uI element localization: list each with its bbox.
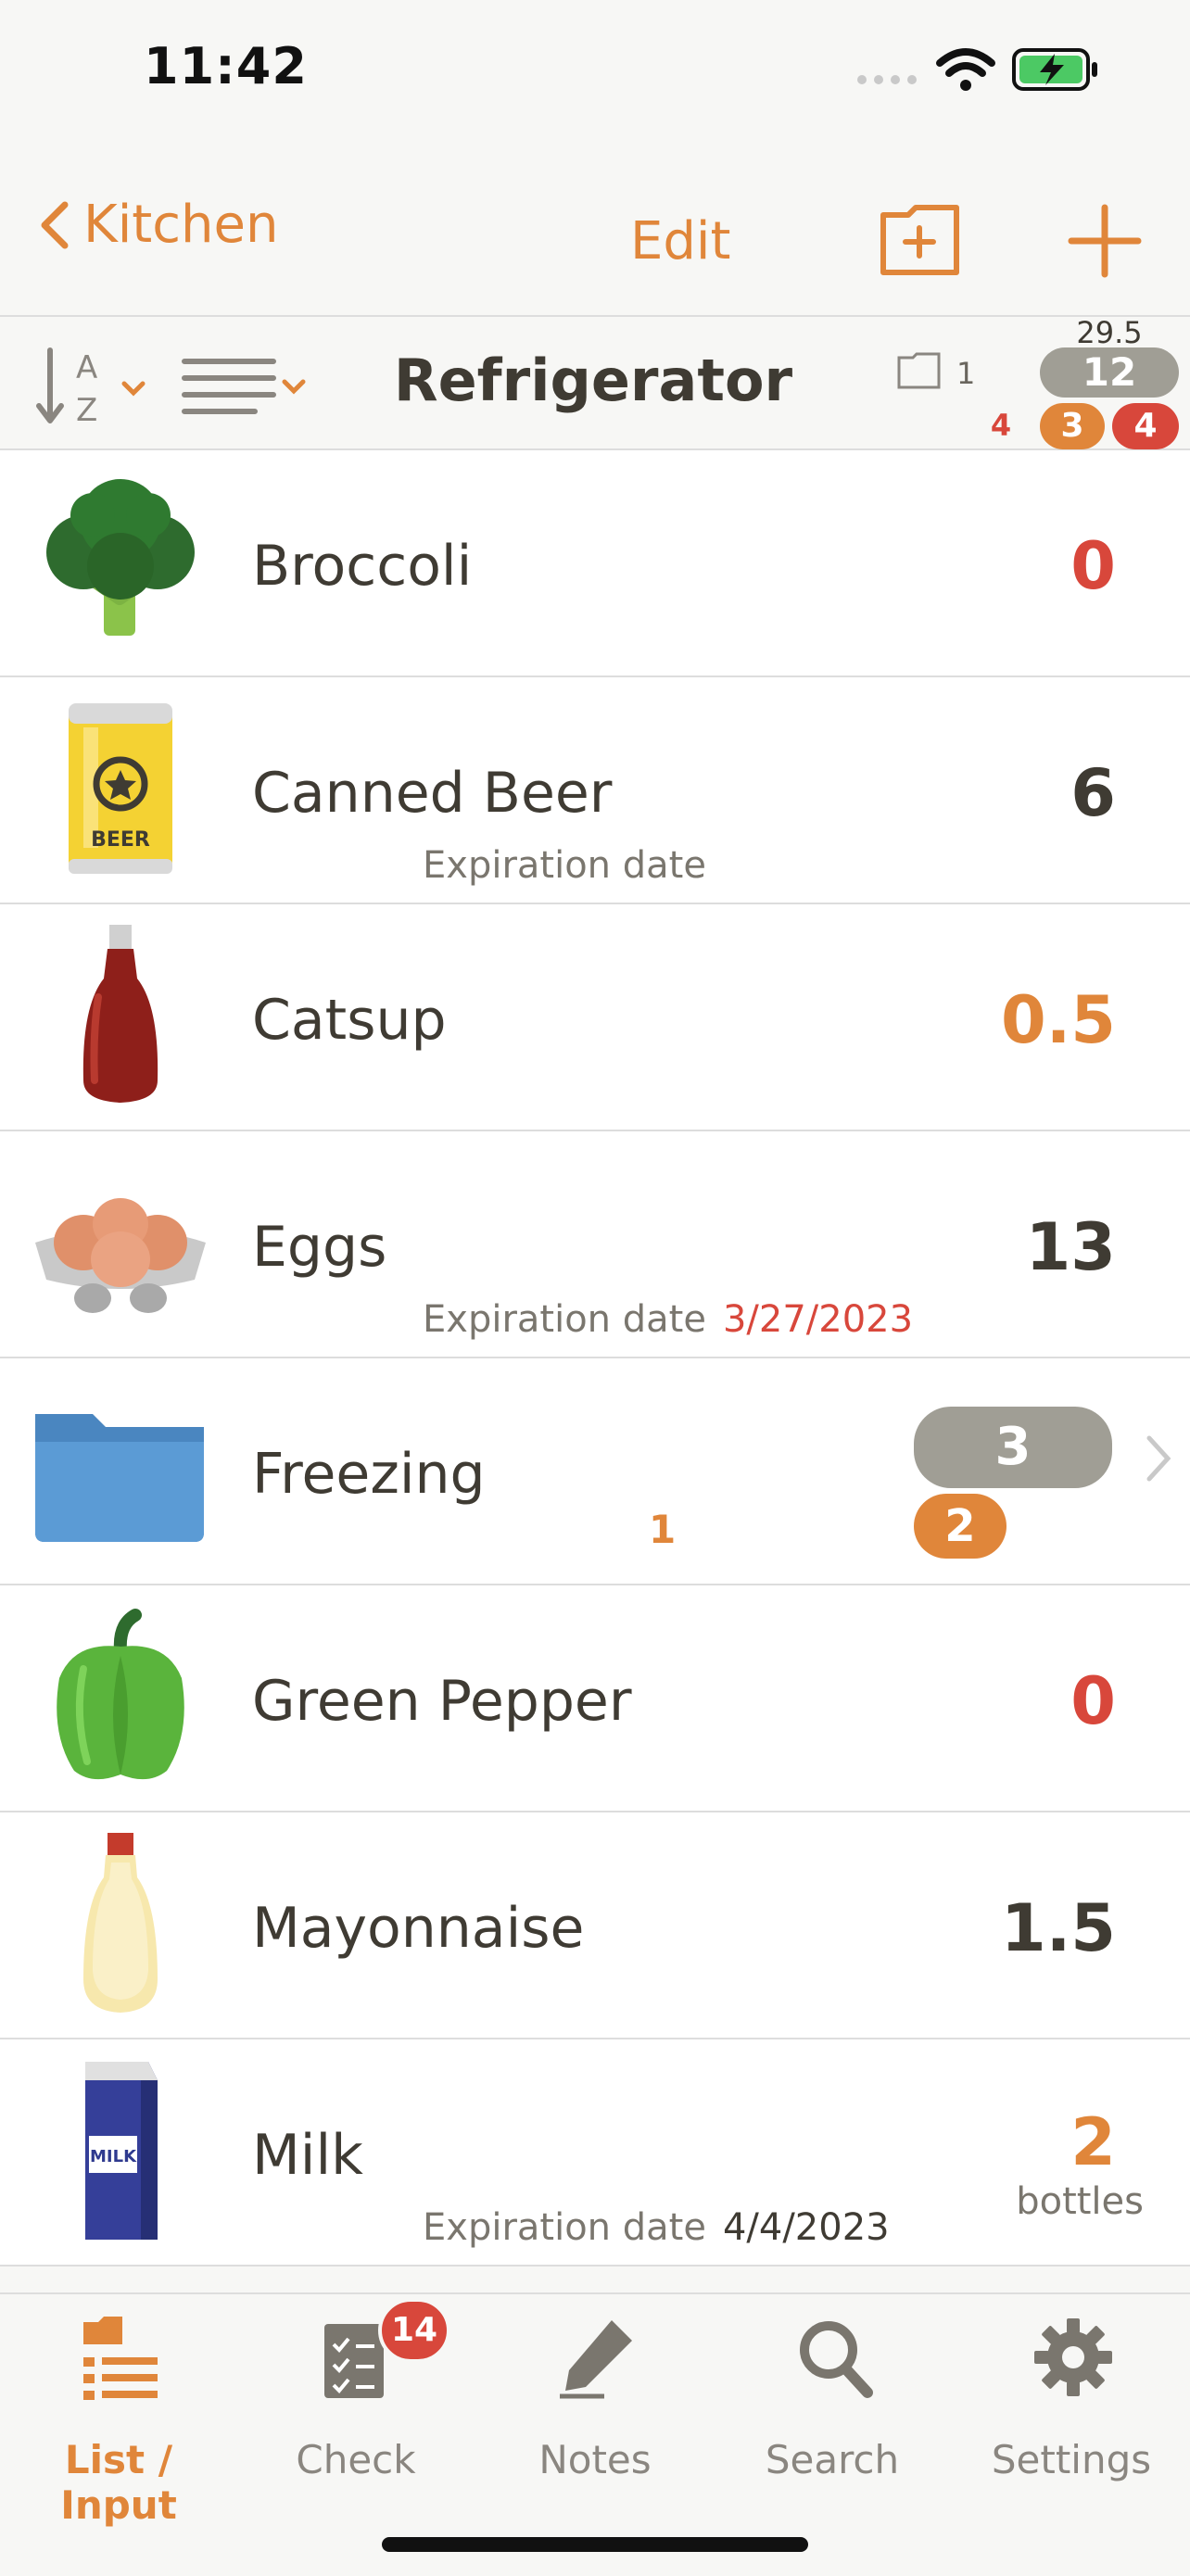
home-indicator <box>382 2537 808 2552</box>
beer-can-icon: BEER <box>69 703 172 874</box>
list-item[interactable]: MILK Milk 2 bottles Expiration date 4/4/2… <box>0 2039 1190 2267</box>
edit-button[interactable]: Edit <box>630 211 730 271</box>
folder-icon <box>35 1414 204 1542</box>
tab-label: Check <box>296 2437 416 2482</box>
page-title: Refrigerator <box>393 347 793 414</box>
back-button[interactable]: Kitchen <box>37 195 278 255</box>
battery-charging-icon <box>1012 48 1097 91</box>
carton-label: MILK <box>90 2147 137 2166</box>
item-name: Green Pepper <box>252 1669 632 1734</box>
folder-row[interactable]: Freezing 1 3 2 <box>0 1358 1190 1585</box>
tab-label: Search <box>765 2437 900 2482</box>
folder-count-icon <box>897 352 941 389</box>
item-unit: bottles <box>1016 2180 1144 2223</box>
back-button-label: Kitchen <box>83 195 279 255</box>
chevron-left-icon <box>41 201 69 248</box>
out-of-stock-badge: 4 <box>1112 403 1179 449</box>
eggs-icon <box>35 1198 206 1313</box>
search-icon <box>800 2321 873 2398</box>
list-item[interactable]: Eggs 13 Expiration date 3/27/2023 <box>0 1131 1190 1358</box>
folder-item-count-badge: 3 <box>914 1407 1112 1488</box>
svg-text:Z: Z <box>76 392 97 428</box>
green-pepper-icon <box>57 1609 184 1780</box>
svg-text:A: A <box>76 349 97 386</box>
expiration-date: 3/27/2023 <box>722 1298 914 1341</box>
item-quantity: 6 <box>1070 755 1116 831</box>
display-mode-button[interactable] <box>181 354 315 419</box>
expiration-info: Expiration date <box>423 844 706 887</box>
item-name: Eggs <box>252 1215 387 1280</box>
status-bar: 11:42 <box>0 0 1190 139</box>
chevron-right-icon <box>1146 1435 1171 1482</box>
total-count-badge: 12 <box>1040 347 1179 398</box>
folder-name: Freezing <box>252 1442 486 1507</box>
item-name: Milk <box>252 2123 363 2188</box>
expiring-count: 4 <box>990 408 1012 443</box>
pencil-icon <box>560 2320 632 2399</box>
expiration-label: Expiration date <box>423 1298 706 1341</box>
ketchup-bottle-icon <box>82 925 158 1103</box>
expiration-info: Expiration date 3/27/2023 <box>423 1298 913 1341</box>
expiration-date: 4/4/2023 <box>722 2206 890 2249</box>
tab-label: List / Input <box>60 2437 177 2528</box>
item-quantity: 1.5 <box>1000 1890 1116 1966</box>
status-time: 11:42 <box>144 37 308 95</box>
item-quantity: 0.5 <box>1000 982 1116 1058</box>
list-item[interactable]: Catsup 0.5 <box>0 904 1190 1131</box>
add-folder-button[interactable] <box>879 204 962 278</box>
wifi-icon <box>936 48 995 91</box>
sort-button[interactable]: A Z <box>35 345 156 428</box>
expiration-label: Expiration date <box>423 2206 706 2249</box>
item-name: Catsup <box>252 988 447 1053</box>
tab-label: Notes <box>538 2437 652 2482</box>
item-quantity: 0 <box>1070 528 1116 604</box>
tab-label: Settings <box>991 2437 1152 2482</box>
item-quantity: 13 <box>1025 1209 1116 1285</box>
item-name: Mayonnaise <box>252 1896 585 1961</box>
list-item[interactable]: Green Pepper 0 <box>0 1585 1190 1812</box>
gear-icon <box>1034 2318 1112 2396</box>
item-name: Canned Beer <box>252 761 613 826</box>
list-folder-icon <box>83 2317 158 2400</box>
item-name: Broccoli <box>252 534 473 599</box>
folder-expiring-count: 1 <box>649 1507 677 1552</box>
expiration-info: Expiration date 4/4/2023 <box>423 2206 890 2249</box>
check-badge: 14 <box>378 2298 450 2363</box>
list-item[interactable]: BEER Canned Beer 6 Expiration date <box>0 677 1190 904</box>
folder-low-stock-badge: 2 <box>914 1494 1006 1559</box>
milk-carton-icon: MILK <box>85 2062 158 2240</box>
add-item-button[interactable] <box>1068 204 1142 278</box>
folder-count: 1 <box>956 356 976 391</box>
list-item[interactable]: Mayonnaise 1.5 <box>0 1812 1190 2039</box>
list-item[interactable]: Broccoli 0 <box>0 450 1190 677</box>
total-value: 29.5 <box>1076 315 1143 350</box>
item-quantity: 0 <box>1070 1663 1116 1739</box>
expiration-label: Expiration date <box>423 844 706 887</box>
mayonnaise-bottle-icon <box>83 1833 158 2013</box>
can-label: BEER <box>91 828 150 852</box>
broccoli-icon <box>46 479 195 636</box>
low-stock-badge: 3 <box>1040 403 1105 449</box>
cellular-signal-icon <box>857 75 917 84</box>
item-quantity: 2 <box>1070 2104 1116 2180</box>
